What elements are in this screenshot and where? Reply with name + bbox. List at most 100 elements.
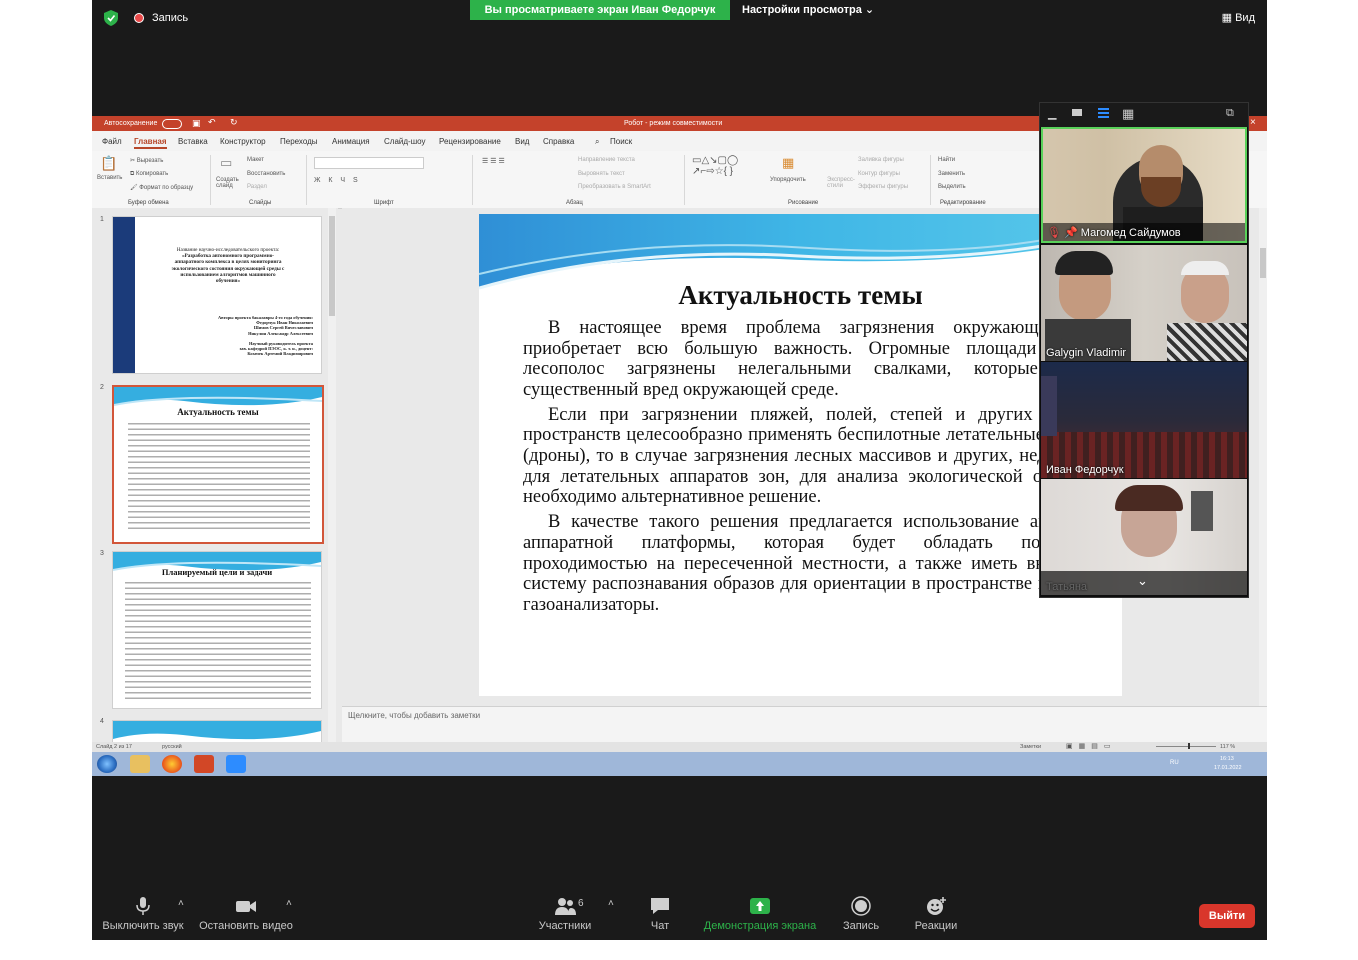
firefox-icon[interactable] xyxy=(162,755,182,773)
record-button[interactable]: Запись xyxy=(832,896,890,932)
close-icon[interactable]: × xyxy=(1250,117,1256,128)
section-button[interactable]: Раздел xyxy=(247,184,267,190)
minimize-icon[interactable]: ▁ xyxy=(1048,107,1056,120)
single-view-icon[interactable] xyxy=(1072,109,1082,116)
find-button[interactable]: Найти xyxy=(938,157,955,163)
slide-scroll-thumb[interactable] xyxy=(1260,248,1266,278)
participant-name-1: 🎙 📌 Магомед Сайдумов xyxy=(1047,227,1181,239)
notes-toggle[interactable]: Заметки xyxy=(1020,744,1041,750)
chat-button[interactable]: Чат xyxy=(640,896,680,932)
view-button[interactable]: ▦ Вид xyxy=(1222,11,1255,24)
align-text-button[interactable]: Выровнять текст xyxy=(578,171,625,177)
record-icon xyxy=(851,896,871,916)
zoom-slider[interactable] xyxy=(1156,746,1216,747)
slide-thumbnail-2[interactable]: Актуальность темы xyxy=(112,385,324,544)
tab-home[interactable]: Главная xyxy=(134,137,167,149)
reactions-label: Реакции xyxy=(914,920,958,932)
tab-review[interactable]: Рецензирование xyxy=(439,137,501,146)
save-icon[interactable]: ▣ xyxy=(192,118,201,129)
slide-scrollbar[interactable] xyxy=(1259,208,1267,706)
mute-button[interactable]: Выключить звук xyxy=(100,896,186,932)
tab-file[interactable]: Файл xyxy=(102,137,122,146)
tab-insert[interactable]: Вставка xyxy=(178,137,208,146)
slide-thumbnail-1[interactable]: Название научно-исследовательского проек… xyxy=(112,216,322,374)
cut-button[interactable]: ✂ Вырезать xyxy=(130,157,163,164)
brush-icon: 🖌 xyxy=(130,185,138,191)
tab-help[interactable]: Справка xyxy=(543,137,574,146)
undo-icon[interactable]: ↶ xyxy=(208,117,216,128)
smartart-button[interactable]: Преобразовать в SmartArt xyxy=(578,184,651,190)
shape-outline-button[interactable]: Контур фигуры xyxy=(858,171,900,177)
clock-time: 16:13 xyxy=(1220,756,1234,762)
copy-icon: ⧉ xyxy=(130,171,135,177)
thumbs-scroll-thumb[interactable] xyxy=(329,216,335,316)
shapes-gallery[interactable]: ▭△↘▢◯ ↗⌐⇨☆{ } xyxy=(692,155,738,177)
shape-fill-button[interactable]: Заливка фигуры xyxy=(858,157,904,163)
tab-view[interactable]: Вид xyxy=(515,137,529,146)
list-buttons[interactable]: ☰ ☰ ☰ xyxy=(482,157,505,165)
slide-thumbnail-3[interactable]: Планируемый цели и задачи xyxy=(112,551,322,709)
tab-search[interactable]: Поиск xyxy=(610,137,632,146)
audio-options-chevron-icon[interactable]: ˄ xyxy=(178,898,184,909)
autosave-toggle[interactable] xyxy=(162,119,182,129)
replace-button[interactable]: Заменить xyxy=(938,171,965,177)
slide-paragraph: В качестве такого решения предлагается и… xyxy=(523,512,1122,615)
arrange-button[interactable]: Упорядочить xyxy=(770,177,806,183)
layout-button[interactable]: Макет xyxy=(247,157,264,163)
participant-tile-1[interactable]: 🎙 📌 Магомед Сайдумов xyxy=(1041,127,1247,243)
window-title: Робот - режим совместимости xyxy=(624,120,723,127)
video-options-chevron-icon[interactable]: ˄ xyxy=(286,898,292,909)
stop-video-button[interactable]: Остановить видео xyxy=(196,896,296,932)
participants-button[interactable]: Участники xyxy=(530,896,600,932)
text-direction-button[interactable]: Направление текста xyxy=(578,157,635,163)
copy-button[interactable]: ⧉ Копировать xyxy=(130,171,168,178)
view-mode-icons[interactable]: ▣▦▤▭ xyxy=(1066,742,1116,750)
chevron-down-icon[interactable]: ⌄ xyxy=(1137,573,1148,589)
notes-pane[interactable]: Щелкните, чтобы добавить заметки xyxy=(342,706,1267,743)
smiley-icon xyxy=(927,897,946,915)
font-format-buttons[interactable]: Ж К Ч S xyxy=(314,177,361,184)
view-options-button[interactable]: Настройки просмотра ⌄ xyxy=(742,0,892,20)
shape-effects-button[interactable]: Эффекты фигуры xyxy=(858,184,908,190)
share-screen-label: Демонстрация экрана xyxy=(703,920,817,932)
tab-transitions[interactable]: Переходы xyxy=(280,137,318,146)
keyboard-language[interactable]: RU xyxy=(1170,760,1179,766)
paste-button[interactable]: Вставить xyxy=(97,175,122,181)
participant-tile-4[interactable]: Татьяна ⌄ xyxy=(1041,479,1247,595)
start-icon[interactable] xyxy=(97,755,117,773)
exit-panel-icon[interactable]: ⧉ xyxy=(1226,107,1234,120)
create-slide-button[interactable]: Создать слайд xyxy=(216,177,242,189)
participant-tile-2[interactable]: Galygin Vladimir xyxy=(1041,245,1247,361)
language-status[interactable]: русский xyxy=(162,744,182,750)
participant-tile-3[interactable]: Иван Федорчук xyxy=(1041,362,1247,478)
thumbs-scrollbar[interactable] xyxy=(328,208,336,743)
format-painter-button[interactable]: 🖌 Формат по образцу xyxy=(130,184,193,191)
tab-slideshow[interactable]: Слайд-шоу xyxy=(384,137,425,146)
share-screen-button[interactable]: Демонстрация экрана xyxy=(698,896,822,932)
quick-styles-button[interactable]: Экспресс-стили xyxy=(827,177,855,189)
slide-canvas[interactable]: Актуальность темы В настоящее время проб… xyxy=(479,214,1122,696)
editing-group-label: Редактирование xyxy=(940,200,986,206)
redo-icon[interactable]: ↻ xyxy=(230,117,238,128)
zoom-app-icon[interactable] xyxy=(226,755,246,773)
tab-animations[interactable]: Анимация xyxy=(332,137,370,146)
tab-design[interactable]: Конструктор xyxy=(220,137,266,146)
search-icon: ⌕ xyxy=(595,137,600,146)
leave-button[interactable]: Выйти xyxy=(1199,904,1255,928)
reset-button[interactable]: Восстановить xyxy=(247,171,285,177)
slide-paragraph: Если при загрязнении пляжей, полей, степ… xyxy=(523,404,1122,508)
reactions-button[interactable]: Реакции xyxy=(906,896,966,932)
microphone-icon xyxy=(136,897,150,915)
thumb-3-text xyxy=(125,580,311,702)
participants-options-chevron-icon[interactable]: ˄ xyxy=(608,898,614,909)
powerpoint-icon[interactable] xyxy=(194,755,214,773)
zoom-slider-handle[interactable] xyxy=(1188,743,1190,749)
view-button-label: Вид xyxy=(1235,12,1255,24)
select-button[interactable]: Выделить xyxy=(938,184,966,190)
slides-group-label: Слайды xyxy=(249,200,272,206)
folder-icon[interactable] xyxy=(130,755,150,773)
strip-view-icon[interactable] xyxy=(1098,108,1109,118)
gallery-view-icon[interactable]: ▦ xyxy=(1122,106,1134,122)
clock-date: 17.01.2022 xyxy=(1214,765,1242,771)
font-name-input[interactable] xyxy=(314,157,424,169)
